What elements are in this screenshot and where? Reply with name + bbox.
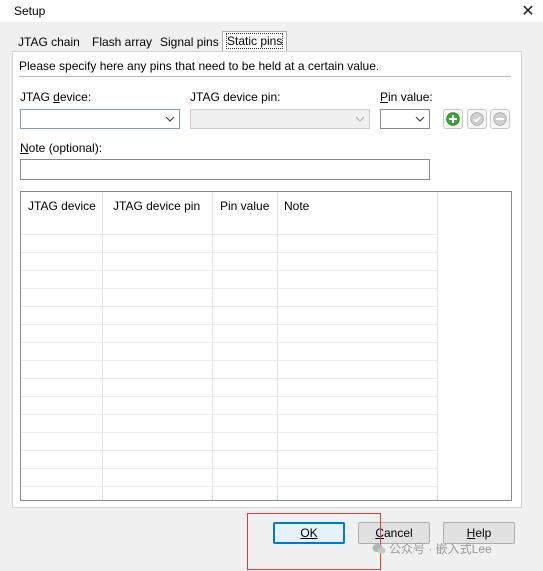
static-pins-table[interactable]: JTAG device JTAG device pin Pin value No… xyxy=(20,191,512,501)
row-line xyxy=(21,396,437,397)
window-title: Setup xyxy=(14,4,46,18)
wechat-icon xyxy=(372,543,386,554)
note-label: Note (optional): xyxy=(20,141,103,155)
row-line xyxy=(21,234,437,235)
tab-label: Flash array xyxy=(92,35,153,49)
tab-label: JTAG chain xyxy=(18,35,80,49)
title-bar: Setup ✕ xyxy=(0,0,543,22)
row-line xyxy=(21,486,437,487)
add-pin-button[interactable] xyxy=(443,109,463,129)
column-divider xyxy=(102,192,103,500)
row-line xyxy=(21,252,437,253)
row-line xyxy=(21,324,437,325)
column-header-jtag-device-pin[interactable]: JTAG device pin xyxy=(106,192,214,220)
column-divider xyxy=(277,192,278,500)
column-divider xyxy=(437,192,438,500)
jtag-device-pin-select[interactable] xyxy=(190,109,370,129)
pin-value-label: Pin value: xyxy=(380,90,433,104)
remove-pin-button[interactable] xyxy=(490,109,510,129)
jtag-device-label: JTAG device: xyxy=(20,90,92,104)
ok-button-label: OK xyxy=(300,526,318,540)
chevron-down-icon xyxy=(355,116,365,122)
plus-circle-icon xyxy=(446,112,460,126)
tab-flash-array[interactable]: Flash array xyxy=(88,33,156,51)
pin-value-select[interactable] xyxy=(380,109,430,129)
minus-circle-icon xyxy=(493,112,507,126)
row-line xyxy=(21,468,437,469)
chevron-down-icon xyxy=(415,116,425,122)
close-icon: ✕ xyxy=(521,3,535,20)
ok-button[interactable]: OK xyxy=(273,522,345,544)
row-line xyxy=(21,288,437,289)
tab-label: Static pins xyxy=(225,33,284,49)
row-line xyxy=(21,342,437,343)
column-header-jtag-device[interactable]: JTAG device xyxy=(21,192,103,220)
jtag-device-pin-label: JTAG device pin: xyxy=(190,90,281,104)
row-line xyxy=(21,450,437,451)
row-line xyxy=(21,360,437,361)
close-button[interactable]: ✕ xyxy=(513,0,543,22)
tab-label: Signal pins xyxy=(160,35,219,49)
row-line xyxy=(21,378,437,379)
column-header-pin-value[interactable]: Pin value xyxy=(213,192,277,220)
tab-signal-pins[interactable]: Signal pins xyxy=(156,33,223,51)
column-header-note[interactable]: Note xyxy=(277,192,437,220)
row-line xyxy=(21,414,437,415)
watermark-text: 公众号 · 嵌入式Lee xyxy=(389,542,492,556)
instruction-text: Please specify here any pins that need t… xyxy=(19,59,380,73)
check-circle-icon xyxy=(470,112,484,126)
row-line xyxy=(21,270,437,271)
row-line xyxy=(21,432,437,433)
tab-static-pins[interactable]: Static pins xyxy=(222,31,288,52)
tab-jtag-chain[interactable]: JTAG chain xyxy=(14,33,84,51)
watermark: 公众号 · 嵌入式Lee xyxy=(372,540,492,557)
separator xyxy=(19,76,511,77)
jtag-device-select[interactable] xyxy=(20,109,180,129)
row-line xyxy=(21,306,437,307)
column-divider xyxy=(212,192,213,500)
note-input[interactable] xyxy=(20,159,430,180)
apply-pin-button[interactable] xyxy=(467,109,487,129)
chevron-down-icon xyxy=(165,116,175,122)
